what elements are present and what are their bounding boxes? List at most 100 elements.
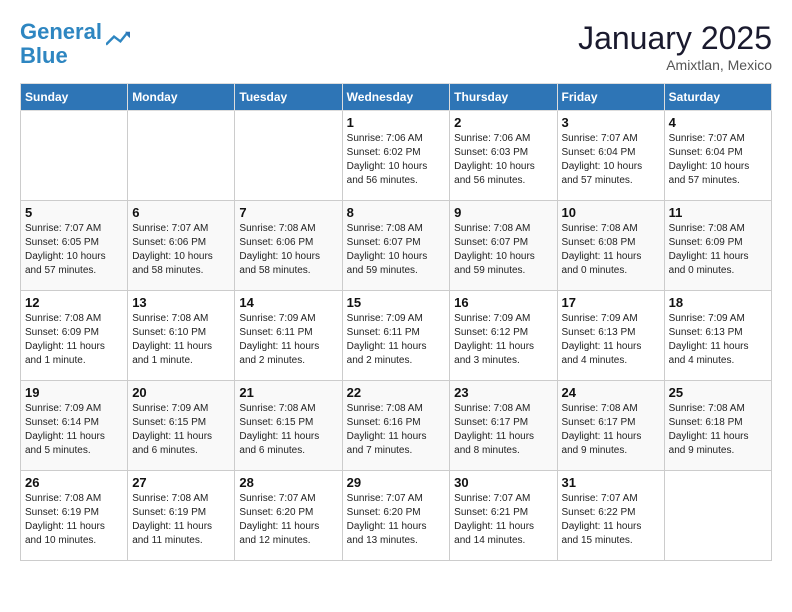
day-number: 27 <box>132 475 230 490</box>
calendar-cell: 8 Sunrise: 7:08 AMSunset: 6:07 PMDaylight… <box>342 201 450 291</box>
day-info: Sunrise: 7:08 AMSunset: 6:06 PMDaylight:… <box>239 222 337 278</box>
day-number: 21 <box>239 385 337 400</box>
day-info: Sunrise: 7:09 AMSunset: 6:15 PMDaylight:… <box>132 402 230 458</box>
day-info: Sunrise: 7:09 AMSunset: 6:11 PMDaylight:… <box>347 312 446 368</box>
weekday-header-tuesday: Tuesday <box>235 84 342 111</box>
day-info: Sunrise: 7:07 AMSunset: 6:22 PMDaylight:… <box>562 492 660 548</box>
calendar-week-5: 26 Sunrise: 7:08 AMSunset: 6:19 PMDayligh… <box>21 471 772 561</box>
calendar-cell: 15 Sunrise: 7:09 AMSunset: 6:11 PMDayligh… <box>342 291 450 381</box>
day-number: 29 <box>347 475 446 490</box>
day-number: 23 <box>454 385 552 400</box>
day-info: Sunrise: 7:08 AMSunset: 6:19 PMDaylight:… <box>132 492 230 548</box>
day-info: Sunrise: 7:07 AMSunset: 6:05 PMDaylight:… <box>25 222 123 278</box>
calendar-cell: 23 Sunrise: 7:08 AMSunset: 6:17 PMDayligh… <box>450 381 557 471</box>
calendar-cell: 12Sunrise: 7:08 AMSunset: 6:09 PMDayligh… <box>21 291 128 381</box>
page-header: General Blue January 2025 Amixtlan, Mexi… <box>20 20 772 73</box>
day-number: 4 <box>669 115 767 130</box>
location: Amixtlan, Mexico <box>578 57 772 73</box>
calendar-cell <box>128 111 235 201</box>
calendar-cell <box>21 111 128 201</box>
calendar-cell: 9 Sunrise: 7:08 AMSunset: 6:07 PMDaylight… <box>450 201 557 291</box>
calendar-week-4: 19 Sunrise: 7:09 AMSunset: 6:14 PMDayligh… <box>21 381 772 471</box>
calendar-cell <box>664 471 771 561</box>
month-title: January 2025 <box>578 20 772 57</box>
day-number: 15 <box>347 295 446 310</box>
day-info: Sunrise: 7:07 AMSunset: 6:04 PMDaylight:… <box>562 132 660 188</box>
day-number: 12 <box>25 295 123 310</box>
calendar-table: SundayMondayTuesdayWednesdayThursdayFrid… <box>20 83 772 561</box>
calendar-cell: 3 Sunrise: 7:07 AMSunset: 6:04 PMDaylight… <box>557 111 664 201</box>
day-number: 3 <box>562 115 660 130</box>
weekday-header-sunday: Sunday <box>21 84 128 111</box>
day-info: Sunrise: 7:08 AMSunset: 6:15 PMDaylight:… <box>239 402 337 458</box>
day-info: Sunrise: 7:09 AMSunset: 6:13 PMDaylight:… <box>562 312 660 368</box>
logo-text: General Blue <box>20 20 102 68</box>
weekday-header-friday: Friday <box>557 84 664 111</box>
day-info: Sunrise: 7:08 AMSunset: 6:07 PMDaylight:… <box>347 222 446 278</box>
day-number: 17 <box>562 295 660 310</box>
calendar-cell: 6Sunrise: 7:07 AMSunset: 6:06 PMDaylight… <box>128 201 235 291</box>
day-number: 24 <box>562 385 660 400</box>
day-info: Sunrise: 7:06 AMSunset: 6:03 PMDaylight:… <box>454 132 552 188</box>
day-info: Sunrise: 7:07 AMSunset: 6:21 PMDaylight:… <box>454 492 552 548</box>
day-number: 16 <box>454 295 552 310</box>
day-number: 13 <box>132 295 230 310</box>
weekday-header-saturday: Saturday <box>664 84 771 111</box>
day-info: Sunrise: 7:08 AMSunset: 6:19 PMDaylight:… <box>25 492 123 548</box>
calendar-cell: 26 Sunrise: 7:08 AMSunset: 6:19 PMDayligh… <box>21 471 128 561</box>
calendar-cell: 28Sunrise: 7:07 AMSunset: 6:20 PMDayligh… <box>235 471 342 561</box>
day-number: 14 <box>239 295 337 310</box>
calendar-cell: 19 Sunrise: 7:09 AMSunset: 6:14 PMDayligh… <box>21 381 128 471</box>
calendar-cell: 14 Sunrise: 7:09 AMSunset: 6:11 PMDayligh… <box>235 291 342 381</box>
calendar-week-3: 12Sunrise: 7:08 AMSunset: 6:09 PMDayligh… <box>21 291 772 381</box>
calendar-cell: 7 Sunrise: 7:08 AMSunset: 6:06 PMDaylight… <box>235 201 342 291</box>
day-number: 18 <box>669 295 767 310</box>
day-number: 19 <box>25 385 123 400</box>
calendar-week-1: 1 Sunrise: 7:06 AMSunset: 6:02 PMDaylight… <box>21 111 772 201</box>
day-number: 5 <box>25 205 123 220</box>
day-number: 30 <box>454 475 552 490</box>
day-number: 22 <box>347 385 446 400</box>
calendar-cell: 22Sunrise: 7:08 AMSunset: 6:16 PMDayligh… <box>342 381 450 471</box>
day-number: 10 <box>562 205 660 220</box>
day-info: Sunrise: 7:07 AMSunset: 6:20 PMDaylight:… <box>347 492 446 548</box>
calendar-cell: 2 Sunrise: 7:06 AMSunset: 6:03 PMDaylight… <box>450 111 557 201</box>
calendar-cell: 31 Sunrise: 7:07 AMSunset: 6:22 PMDayligh… <box>557 471 664 561</box>
day-number: 31 <box>562 475 660 490</box>
day-info: Sunrise: 7:08 AMSunset: 6:08 PMDaylight:… <box>562 222 660 278</box>
calendar-cell: 30 Sunrise: 7:07 AMSunset: 6:21 PMDayligh… <box>450 471 557 561</box>
calendar-week-2: 5 Sunrise: 7:07 AMSunset: 6:05 PMDaylight… <box>21 201 772 291</box>
calendar-cell: 17 Sunrise: 7:09 AMSunset: 6:13 PMDayligh… <box>557 291 664 381</box>
day-info: Sunrise: 7:07 AMSunset: 6:20 PMDaylight:… <box>239 492 337 548</box>
day-number: 9 <box>454 205 552 220</box>
calendar-body: 1 Sunrise: 7:06 AMSunset: 6:02 PMDaylight… <box>21 111 772 561</box>
calendar-cell: 1 Sunrise: 7:06 AMSunset: 6:02 PMDaylight… <box>342 111 450 201</box>
day-info: Sunrise: 7:08 AMSunset: 6:10 PMDaylight:… <box>132 312 230 368</box>
calendar-cell: 18Sunrise: 7:09 AMSunset: 6:13 PMDayligh… <box>664 291 771 381</box>
weekday-header-monday: Monday <box>128 84 235 111</box>
day-number: 6 <box>132 205 230 220</box>
calendar-cell: 24 Sunrise: 7:08 AMSunset: 6:17 PMDayligh… <box>557 381 664 471</box>
day-number: 8 <box>347 205 446 220</box>
day-info: Sunrise: 7:08 AMSunset: 6:17 PMDaylight:… <box>454 402 552 458</box>
calendar-cell: 27 Sunrise: 7:08 AMSunset: 6:19 PMDayligh… <box>128 471 235 561</box>
day-number: 11 <box>669 205 767 220</box>
day-info: Sunrise: 7:08 AMSunset: 6:17 PMDaylight:… <box>562 402 660 458</box>
day-info: Sunrise: 7:09 AMSunset: 6:14 PMDaylight:… <box>25 402 123 458</box>
day-info: Sunrise: 7:06 AMSunset: 6:02 PMDaylight:… <box>347 132 446 188</box>
day-number: 1 <box>347 115 446 130</box>
day-number: 7 <box>239 205 337 220</box>
calendar-cell: 21 Sunrise: 7:08 AMSunset: 6:15 PMDayligh… <box>235 381 342 471</box>
calendar-cell: 11Sunrise: 7:08 AMSunset: 6:09 PMDayligh… <box>664 201 771 291</box>
day-info: Sunrise: 7:08 AMSunset: 6:18 PMDaylight:… <box>669 402 767 458</box>
day-number: 20 <box>132 385 230 400</box>
logo: General Blue <box>20 20 130 68</box>
day-number: 26 <box>25 475 123 490</box>
day-info: Sunrise: 7:08 AMSunset: 6:07 PMDaylight:… <box>454 222 552 278</box>
calendar-cell: 10 Sunrise: 7:08 AMSunset: 6:08 PMDayligh… <box>557 201 664 291</box>
calendar-cell: 20 Sunrise: 7:09 AMSunset: 6:15 PMDayligh… <box>128 381 235 471</box>
day-number: 2 <box>454 115 552 130</box>
calendar-cell: 4Sunrise: 7:07 AMSunset: 6:04 PMDaylight… <box>664 111 771 201</box>
day-info: Sunrise: 7:09 AMSunset: 6:11 PMDaylight:… <box>239 312 337 368</box>
calendar-cell <box>235 111 342 201</box>
